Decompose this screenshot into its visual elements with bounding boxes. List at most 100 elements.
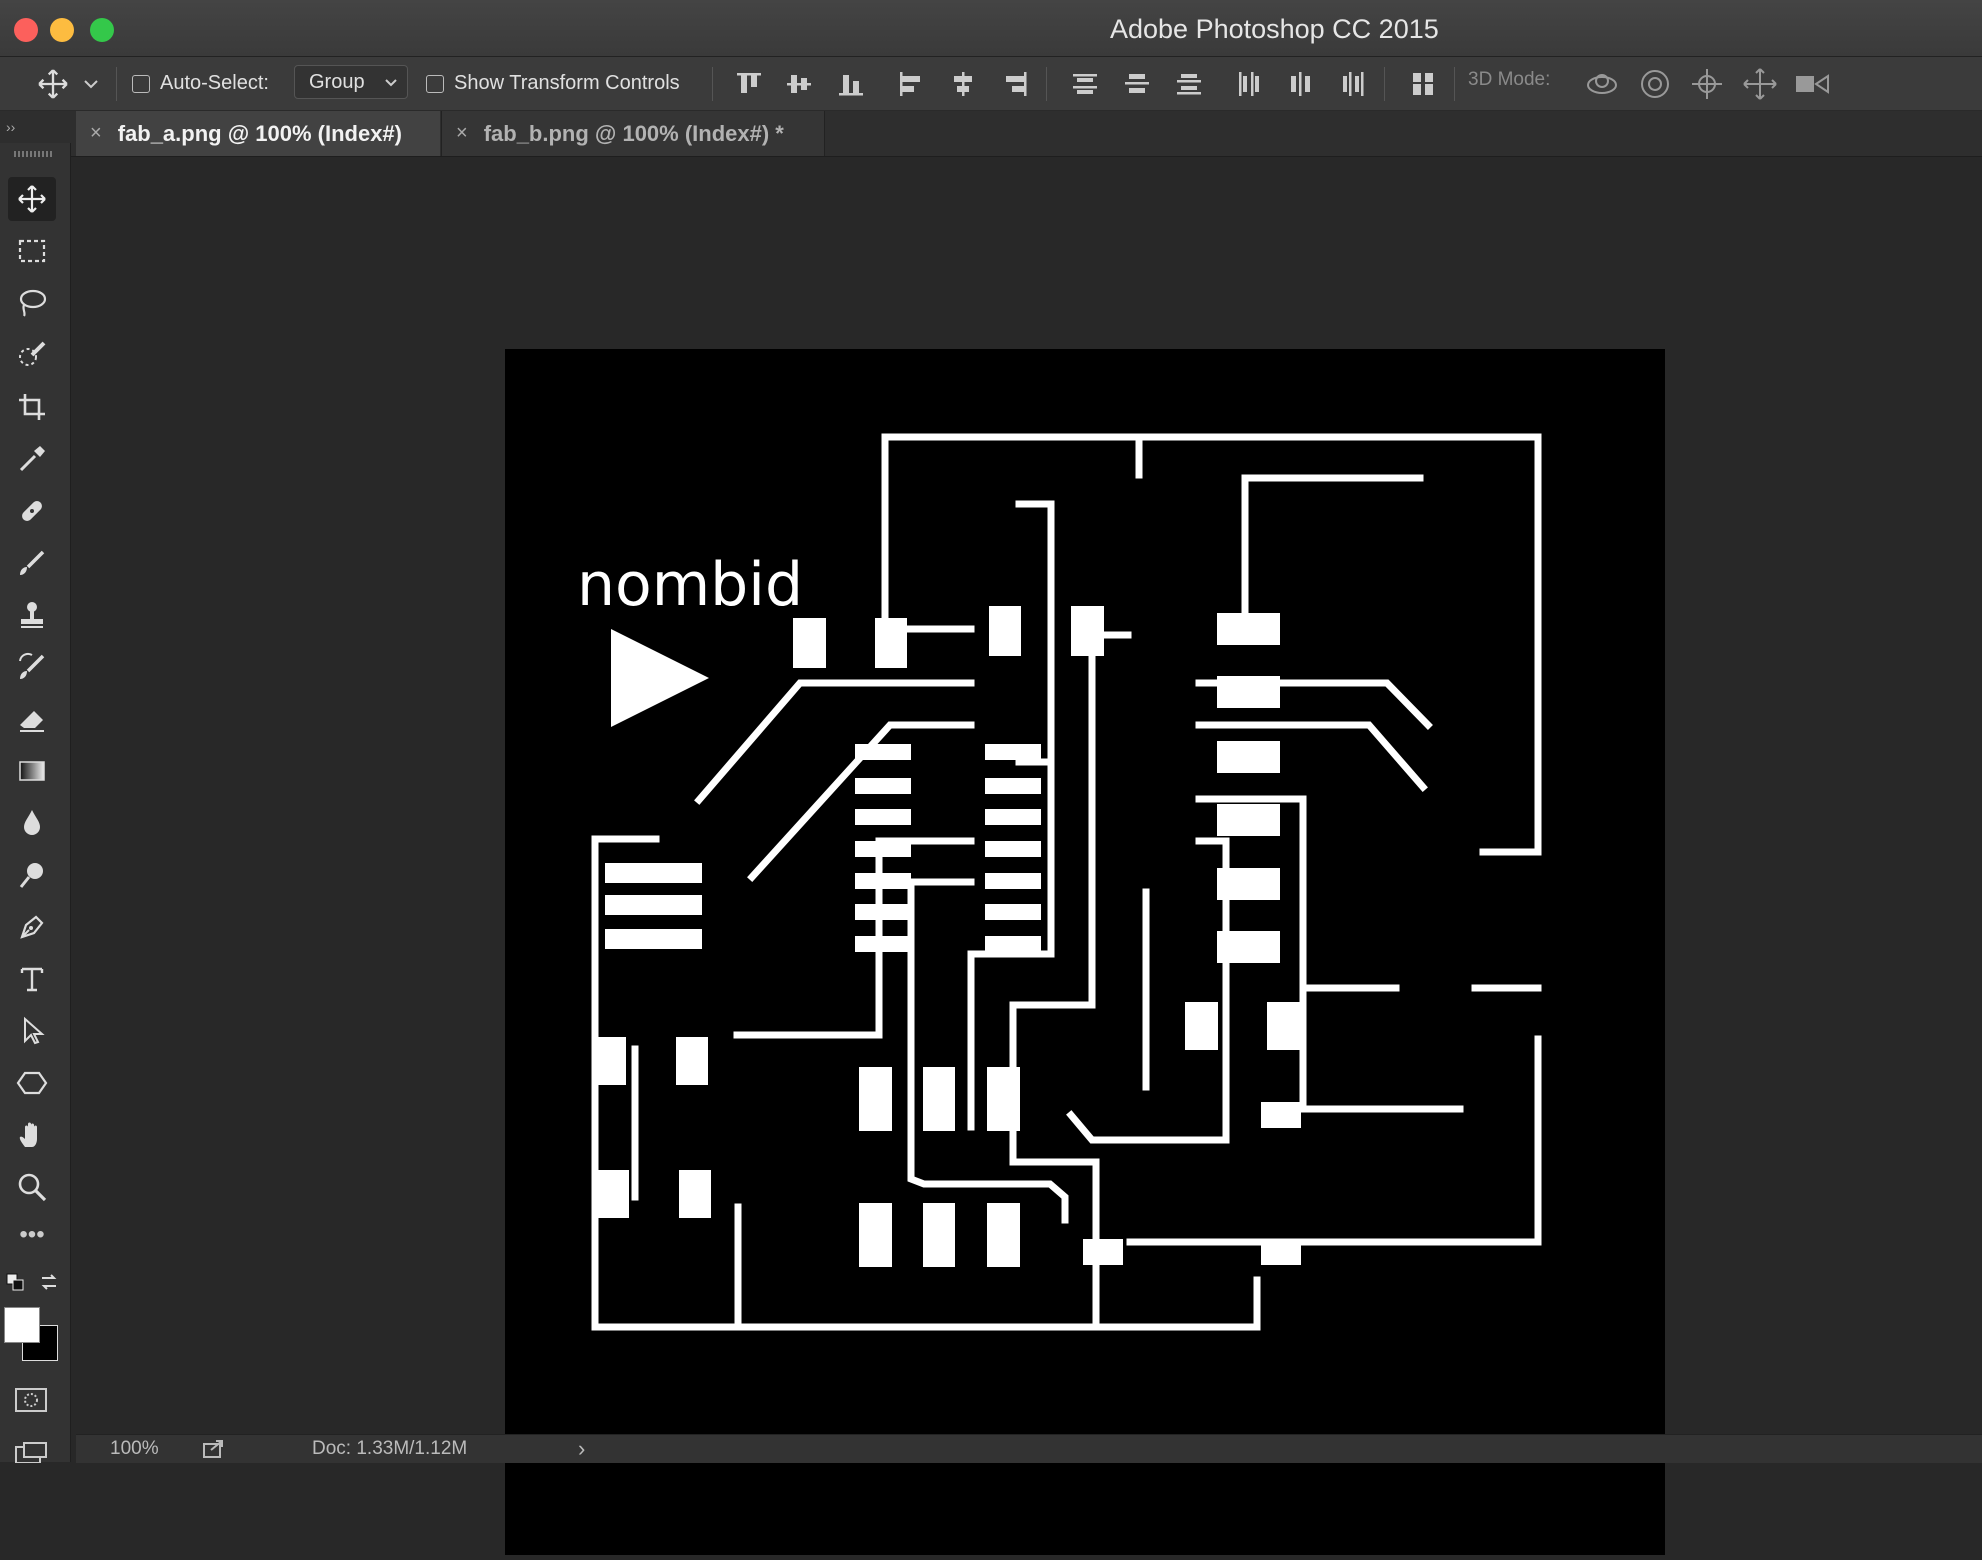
minimize-window-button[interactable] xyxy=(50,18,74,42)
shape-tool[interactable] xyxy=(8,1061,56,1105)
distribute-bottom-edges-icon[interactable] xyxy=(1174,69,1204,99)
align-right-edges-icon[interactable] xyxy=(1000,69,1030,99)
chevron-down-icon[interactable] xyxy=(82,75,100,93)
distribute-right-edges-icon[interactable] xyxy=(1338,69,1368,99)
document-workspace[interactable]: nombid xyxy=(71,157,1982,1555)
pcb-pad xyxy=(985,936,1041,952)
pcb-pad xyxy=(676,1037,708,1085)
move-tool[interactable] xyxy=(8,177,56,221)
eraser-icon xyxy=(20,711,44,732)
screen-mode-icon[interactable] xyxy=(14,1441,48,1463)
show-transform-checkbox[interactable] xyxy=(426,74,444,93)
3d-pan-icon[interactable] xyxy=(1690,67,1724,101)
distribute-horizontal-centers-icon[interactable] xyxy=(1286,69,1316,99)
tab-fab-a[interactable]: × fab_a.png @ 100% (Index#) xyxy=(76,111,440,156)
auto-select-dropdown[interactable]: Group xyxy=(294,65,408,99)
quick-selection-tool[interactable] xyxy=(8,333,56,377)
3d-slide-icon[interactable] xyxy=(1742,67,1778,101)
pcb-pad xyxy=(989,606,1021,656)
auto-align-layers-icon[interactable] xyxy=(1408,69,1438,99)
dodge-icon xyxy=(19,863,43,888)
type-icon xyxy=(20,967,44,992)
pcb-pad xyxy=(985,904,1041,920)
pcb-pad xyxy=(605,929,702,949)
pen-tool[interactable] xyxy=(8,905,56,949)
dodge-tool[interactable] xyxy=(8,853,56,897)
stamp-icon xyxy=(21,602,43,628)
panel-grip[interactable] xyxy=(14,151,54,157)
hand-tool[interactable] xyxy=(8,1113,56,1157)
close-window-button[interactable] xyxy=(14,18,38,42)
status-menu-arrow[interactable]: › xyxy=(578,1436,585,1462)
pcb-pad xyxy=(859,1067,892,1131)
auto-select-label: Auto-Select: xyxy=(160,72,269,94)
lasso-tool[interactable] xyxy=(8,281,56,325)
brush-tool[interactable] xyxy=(8,541,56,585)
type-tool[interactable] xyxy=(8,957,56,1001)
zoom-window-button[interactable] xyxy=(90,18,114,42)
pcb-pad xyxy=(1217,931,1280,963)
tab-fab-b[interactable]: × fab_b.png @ 100% (Index#) * xyxy=(441,111,825,156)
path-selection-tool[interactable] xyxy=(8,1009,56,1053)
rectangular-marquee-tool[interactable] xyxy=(8,229,56,273)
logo-text: nombid xyxy=(577,550,803,620)
distribute-top-edges-icon[interactable] xyxy=(1070,69,1100,99)
align-left-edges-icon[interactable] xyxy=(896,69,926,99)
pcb-pad xyxy=(679,1170,711,1218)
document-tab-bar: ›› × fab_a.png @ 100% (Index#) × fab_b.p… xyxy=(0,111,1982,157)
default-colors-icon[interactable] xyxy=(6,1273,26,1293)
clone-stamp-tool[interactable] xyxy=(8,593,56,637)
close-tab-icon[interactable]: × xyxy=(90,122,102,145)
arrow-pointer-icon xyxy=(24,1016,45,1045)
auto-select-value: Group xyxy=(309,70,365,93)
document-canvas[interactable]: nombid xyxy=(505,349,1665,1555)
zoom-tool[interactable] xyxy=(8,1165,56,1209)
pcb-pad xyxy=(793,618,826,668)
3d-roll-icon[interactable] xyxy=(1638,67,1672,101)
pcb-pad xyxy=(985,778,1041,794)
pcb-pad xyxy=(1083,1239,1123,1265)
pcb-pad xyxy=(1217,868,1280,900)
eraser-tool[interactable] xyxy=(8,697,56,741)
brush-icon xyxy=(20,550,45,575)
healing-brush-tool[interactable] xyxy=(8,489,56,533)
pcb-pad xyxy=(985,841,1041,857)
blur-tool[interactable] xyxy=(8,801,56,845)
magnifier-icon xyxy=(18,1173,47,1202)
3d-mode-label: 3D Mode: xyxy=(1468,69,1551,90)
zoom-level[interactable]: 100% xyxy=(110,1438,159,1460)
hexagon-icon xyxy=(16,1071,48,1095)
auto-select-checkbox[interactable] xyxy=(132,74,150,93)
quick-mask-icon[interactable] xyxy=(14,1387,48,1413)
pcb-trace-image: nombid xyxy=(577,433,1542,1331)
swap-colors-icon[interactable] xyxy=(38,1271,60,1293)
foreground-color-swatch[interactable] xyxy=(4,1307,40,1343)
pcb-pad xyxy=(923,1067,955,1131)
quick-selection-icon xyxy=(19,341,46,366)
align-top-edges-icon[interactable] xyxy=(734,69,764,99)
align-vertical-centers-icon[interactable] xyxy=(784,69,814,99)
edit-toolbar-button[interactable]: ••• xyxy=(10,1221,54,1249)
pcb-pad xyxy=(1217,741,1280,773)
pcb-pad xyxy=(987,1203,1020,1267)
move-icon xyxy=(18,185,46,213)
3d-orbit-icon[interactable] xyxy=(1584,67,1620,101)
show-transform-option[interactable]: Show Transform Controls xyxy=(426,57,680,110)
auto-select-option[interactable]: Auto-Select: xyxy=(132,57,269,110)
pcb-pad xyxy=(855,936,911,952)
share-icon[interactable] xyxy=(202,1439,226,1459)
3d-scale-camera-icon[interactable] xyxy=(1794,69,1832,99)
distribute-left-edges-icon[interactable] xyxy=(1234,69,1264,99)
crop-tool[interactable] xyxy=(8,385,56,429)
panel-collapse-toggle[interactable]: ›› xyxy=(6,119,15,135)
align-bottom-edges-icon[interactable] xyxy=(836,69,866,99)
close-tab-icon[interactable]: × xyxy=(456,122,468,145)
move-tool-preset-icon[interactable] xyxy=(36,67,70,101)
gradient-tool[interactable] xyxy=(8,749,56,793)
pcb-pad xyxy=(855,809,911,825)
history-brush-tool[interactable] xyxy=(8,645,56,689)
eyedropper-tool[interactable] xyxy=(8,437,56,481)
align-horizontal-centers-icon[interactable] xyxy=(948,69,978,99)
gradient-icon xyxy=(19,761,45,781)
distribute-vertical-centers-icon[interactable] xyxy=(1122,69,1152,99)
